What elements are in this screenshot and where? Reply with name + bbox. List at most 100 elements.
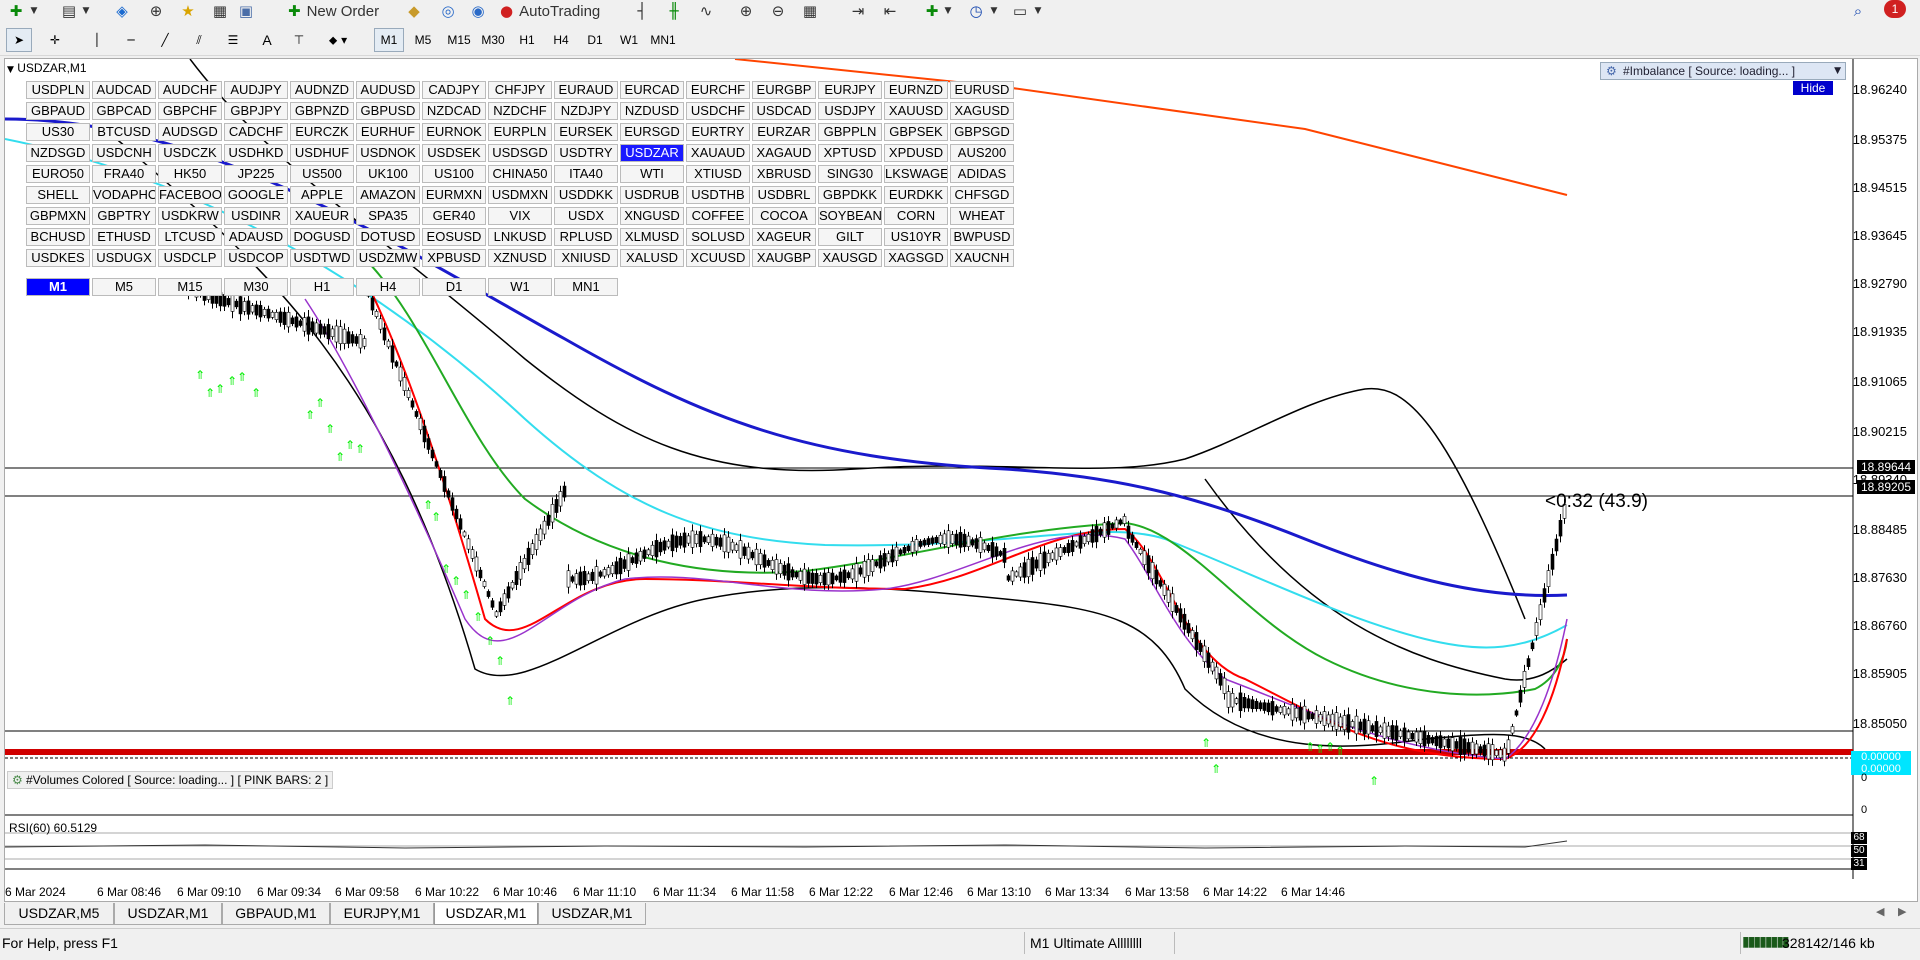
- symbol-button-usdx[interactable]: USDX: [554, 207, 618, 225]
- symbol-button-xlmusd[interactable]: XLMUSD: [620, 228, 684, 246]
- symbol-button-xtiusd[interactable]: XTIUSD: [686, 165, 750, 183]
- symbol-button-adidas[interactable]: ADIDAS: [950, 165, 1014, 183]
- symbol-button-euraud[interactable]: EURAUD: [554, 81, 618, 99]
- panel-timeframe-m15[interactable]: M15: [158, 278, 222, 296]
- panel-timeframe-m30[interactable]: M30: [224, 278, 288, 296]
- panel-timeframe-h4[interactable]: H4: [356, 278, 420, 296]
- symbol-button-usdbrl[interactable]: USDBRL: [752, 186, 816, 204]
- symbol-button-wti[interactable]: WTI: [620, 165, 684, 183]
- autoscroll-icon[interactable]: ⇤: [880, 0, 900, 22]
- chart-tab[interactable]: GBPAUD,M1: [222, 903, 330, 925]
- symbol-button-hk50[interactable]: HK50: [158, 165, 222, 183]
- symbol-button-sing30[interactable]: SING30: [818, 165, 882, 183]
- symbol-button-xaucnh[interactable]: XAUCNH: [950, 249, 1014, 267]
- timeframe-m1[interactable]: M1: [374, 28, 404, 52]
- symbol-button-wheat[interactable]: WHEAT: [950, 207, 1014, 225]
- new-order-button[interactable]: ✚ New Order: [288, 0, 398, 22]
- symbol-button-xptusd[interactable]: XPTUSD: [818, 144, 882, 162]
- symbol-button-xniusd[interactable]: XNIUSD: [554, 249, 618, 267]
- symbol-button-chfsgd[interactable]: CHFSGD: [950, 186, 1014, 204]
- candlestick-icon[interactable]: ╫: [664, 0, 684, 22]
- dropdown-arrow-icon[interactable]: ▼: [988, 0, 1000, 22]
- crosshair-icon[interactable]: ✛: [40, 28, 70, 52]
- new-chart-icon[interactable]: ✚: [6, 0, 26, 22]
- symbol-button-eurzar[interactable]: EURZAR: [752, 123, 816, 141]
- symbol-button-us30[interactable]: US30: [26, 123, 90, 141]
- symbol-button-soybeans[interactable]: SOYBEANS: [818, 207, 882, 225]
- symbol-button-gbpmxn[interactable]: GBPMXN: [26, 207, 90, 225]
- symbol-button-fra40[interactable]: FRA40: [92, 165, 156, 183]
- symbol-button-gbpaud[interactable]: GBPAUD: [26, 102, 90, 120]
- symbol-button-gbpusd[interactable]: GBPUSD: [356, 102, 420, 120]
- symbol-button-corn[interactable]: CORN: [884, 207, 948, 225]
- symbol-button-nzdusd[interactable]: NZDUSD: [620, 102, 684, 120]
- symbol-button-vodaphone[interactable]: VODAPHONE: [92, 186, 156, 204]
- indicator-settings-icon[interactable]: ⚙: [1606, 63, 1617, 79]
- symbol-button-china50[interactable]: CHINA50: [488, 165, 552, 183]
- symbol-button-xcuusd[interactable]: XCUUSD: [686, 249, 750, 267]
- symbol-button-euro50[interactable]: EURO50: [26, 165, 90, 183]
- chart-shift-icon[interactable]: ⇥: [848, 0, 868, 22]
- symbol-button-cocoa[interactable]: COCOA: [752, 207, 816, 225]
- indicators-icon[interactable]: ✚: [922, 0, 942, 22]
- symbol-button-audcad[interactable]: AUDCAD: [92, 81, 156, 99]
- symbol-button-eursek[interactable]: EURSEK: [554, 123, 618, 141]
- symbol-button-dogusd[interactable]: DOGUSD: [290, 228, 354, 246]
- terminal-icon[interactable]: ▦: [210, 0, 230, 22]
- symbol-button-bchusd[interactable]: BCHUSD: [26, 228, 90, 246]
- symbol-button-usdkes[interactable]: USDKES: [26, 249, 90, 267]
- symbol-button-xauusd[interactable]: XAUUSD: [884, 102, 948, 120]
- symbol-button-nzdjpy[interactable]: NZDJPY: [554, 102, 618, 120]
- symbol-button-usdczk[interactable]: USDCZK: [158, 144, 222, 162]
- bar-chart-icon[interactable]: ┤: [632, 0, 652, 22]
- chart-tab[interactable]: EURJPY,M1: [330, 903, 434, 925]
- vertical-line-icon[interactable]: │: [82, 28, 112, 52]
- symbol-button-google[interactable]: GOOGLE: [224, 186, 288, 204]
- symbol-button-gbptry[interactable]: GBPTRY: [92, 207, 156, 225]
- autotrading-button[interactable]: ● AutoTrading: [500, 0, 620, 22]
- symbol-button-audsgd[interactable]: AUDSGD: [158, 123, 222, 141]
- market-watch-icon[interactable]: ◈: [112, 0, 132, 22]
- symbol-button-gbpnzd[interactable]: GBPNZD: [290, 102, 354, 120]
- symbol-button-eurhuf[interactable]: EURHUF: [356, 123, 420, 141]
- symbol-button-xznusd[interactable]: XZNUSD: [488, 249, 552, 267]
- symbol-button-xagusd[interactable]: XAGUSD: [950, 102, 1014, 120]
- signals-icon[interactable]: ◎: [438, 0, 458, 22]
- symbol-button-gbpsek[interactable]: GBPSEK: [884, 123, 948, 141]
- symbol-button-gbpjpy[interactable]: GBPJPY: [224, 102, 288, 120]
- symbol-button-chfjpy[interactable]: CHFJPY: [488, 81, 552, 99]
- symbol-button-eurnok[interactable]: EURNOK: [422, 123, 486, 141]
- symbol-button-usdhkd[interactable]: USDHKD: [224, 144, 288, 162]
- zoom-out-icon[interactable]: ⊖: [768, 0, 788, 22]
- metaeditor-icon[interactable]: ◆: [404, 0, 424, 22]
- timeframe-m15[interactable]: M15: [444, 28, 474, 52]
- symbol-button-lnkusd[interactable]: LNKUSD: [488, 228, 552, 246]
- label-tool-icon[interactable]: ⊤: [284, 28, 314, 52]
- timeframe-w1[interactable]: W1: [614, 28, 644, 52]
- symbol-button-facebook[interactable]: FACEBOOK: [158, 186, 222, 204]
- symbol-button-usdclp[interactable]: USDCLP: [158, 249, 222, 267]
- fibonacci-icon[interactable]: ☰: [218, 28, 248, 52]
- indicator-settings-icon[interactable]: ⚙: [12, 772, 23, 788]
- trendline-icon[interactable]: ╱: [150, 28, 180, 52]
- symbol-button-ethusd[interactable]: ETHUSD: [92, 228, 156, 246]
- chart-tab[interactable]: USDZAR,M1: [114, 903, 222, 925]
- market-icon[interactable]: ◉: [468, 0, 488, 22]
- symbol-button-ita40[interactable]: ITA40: [554, 165, 618, 183]
- timeframe-d1[interactable]: D1: [580, 28, 610, 52]
- timeframe-m30[interactable]: M30: [478, 28, 508, 52]
- symbol-button-eurtry[interactable]: EURTRY: [686, 123, 750, 141]
- symbol-button-us10yr[interactable]: US10YR: [884, 228, 948, 246]
- tile-windows-icon[interactable]: ▦: [800, 0, 820, 22]
- symbol-button-xpdusd[interactable]: XPDUSD: [884, 144, 948, 162]
- symbol-button-eurdkk[interactable]: EURDKK: [884, 186, 948, 204]
- symbol-button-eurczk[interactable]: EURCZK: [290, 123, 354, 141]
- panel-timeframe-w1[interactable]: W1: [488, 278, 552, 296]
- symbol-button-ger40[interactable]: GER40: [422, 207, 486, 225]
- symbol-button-xaueur[interactable]: XAUEUR: [290, 207, 354, 225]
- line-chart-icon[interactable]: ∿: [696, 0, 716, 22]
- cursor-icon[interactable]: ➤: [6, 28, 32, 52]
- symbol-button-uk100[interactable]: UK100: [356, 165, 420, 183]
- symbol-button-usdugx[interactable]: USDUGX: [92, 249, 156, 267]
- panel-timeframe-m5[interactable]: M5: [92, 278, 156, 296]
